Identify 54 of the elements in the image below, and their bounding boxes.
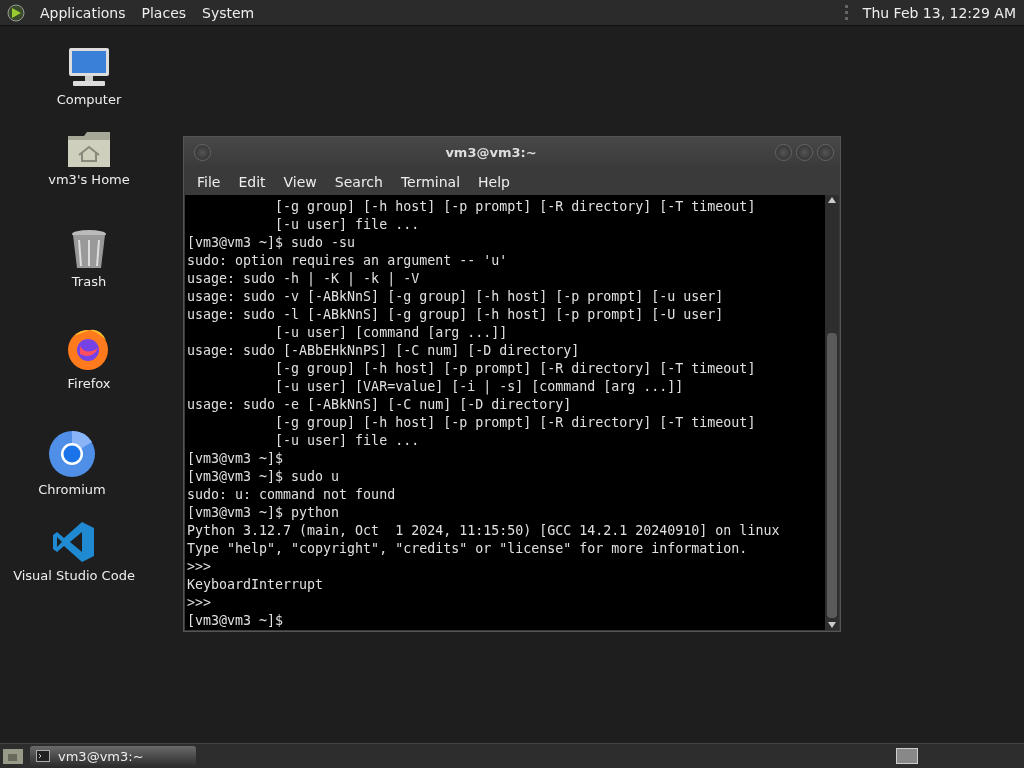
icon-label[interactable]: Computer bbox=[56, 92, 122, 107]
taskbar-button[interactable]: vm3@vm3:~ bbox=[30, 746, 196, 766]
terminal-line: usage: sudo -l [-ABkNnS] [-g group] [-h host] [-p prompt] [-U user] bbox=[187, 306, 724, 324]
scrollbar-thumb[interactable] bbox=[827, 333, 837, 618]
icon-label[interactable]: vm3's Home bbox=[48, 172, 130, 187]
terminal-line: usage: sudo -v [-ABkNnS] [-g group] [-h host] [-p prompt] [-u user] bbox=[187, 288, 724, 306]
terminal-line: usage: sudo [-ABbEHkNnPS] [-C num] [-D directory] bbox=[187, 342, 580, 360]
icon-label[interactable]: Chromium bbox=[38, 482, 106, 497]
icon-label[interactable]: Visual Studio Code bbox=[13, 568, 135, 583]
terminal-line: usage: sudo -h | -K | -k | -V bbox=[187, 270, 420, 288]
menu-item[interactable]: Terminal bbox=[391, 171, 470, 192]
terminal-line: usage: sudo -e [-ABkNnS] [-C num] [-D directory] bbox=[187, 396, 572, 414]
terminal-line: [-g group] [-h host] [-p prompt] [-R directory] [-T timeout] bbox=[274, 198, 756, 216]
menu-item[interactable]: Search bbox=[325, 171, 392, 192]
menu-item[interactable]: Applications bbox=[38, 2, 128, 23]
icon-label[interactable]: Firefox bbox=[67, 376, 111, 391]
menu-item[interactable]: Edit bbox=[229, 171, 275, 192]
menu-item[interactable]: File bbox=[188, 171, 230, 192]
distro-logo-icon[interactable] bbox=[6, 2, 26, 23]
terminal-line: Python 3.12.7 (main, Oct 1 2024, 11:15:50) [GCC 14.2.1 20240910] on linux bbox=[187, 522, 780, 540]
terminal-line: [-u user] file ... bbox=[274, 432, 420, 450]
terminal-line: [-g group] [-h host] [-p prompt] [-R directory] [-T timeout] bbox=[274, 414, 756, 432]
scroll-down-icon[interactable] bbox=[827, 620, 837, 630]
terminal-line: >>> bbox=[187, 594, 212, 612]
menu-item[interactable]: Help bbox=[469, 171, 519, 192]
menu-item[interactable]: View bbox=[274, 171, 326, 192]
terminal-line: sudo: u: command not found bbox=[187, 486, 396, 504]
terminal-line: sudo: option requires an argument -- 'u' bbox=[187, 252, 508, 270]
browser-icon[interactable] bbox=[48, 430, 96, 478]
icon-label[interactable]: Trash bbox=[71, 274, 107, 289]
terminal-icon bbox=[36, 750, 50, 762]
terminal-line: Type "help", "copyright", "credits" or "license" for more information. bbox=[187, 540, 748, 558]
workspace-switcher[interactable] bbox=[896, 748, 918, 764]
terminal-line: [-g group] [-h host] [-p prompt] [-R directory] [-T timeout] bbox=[274, 360, 756, 378]
terminal-line: [vm3@vm3 ~]$ sudo -su bbox=[187, 234, 356, 252]
code-editor-icon[interactable] bbox=[52, 520, 96, 564]
terminal-line: [vm3@vm3 ~]$ python bbox=[187, 504, 340, 522]
window-title: vm3@vm3:~ bbox=[444, 145, 538, 160]
terminal-line: >>> bbox=[187, 558, 212, 576]
trash-icon[interactable] bbox=[69, 228, 109, 270]
terminal-line: KeyboardInterrupt bbox=[187, 576, 324, 594]
menu-item[interactable]: Places bbox=[139, 2, 189, 23]
scroll-up-icon[interactable] bbox=[827, 195, 837, 205]
clock[interactable]: Thu Feb 13, 12:29 AM bbox=[860, 2, 1018, 23]
show-desktop-icon[interactable] bbox=[2, 746, 24, 766]
terminal-line: [-u user] file ... bbox=[274, 216, 420, 234]
scrollbar[interactable] bbox=[825, 195, 839, 630]
terminal-line: [-u user] [VAR=value] [-i | -s] [command [arg ...]] bbox=[274, 378, 684, 396]
terminal-line: [vm3@vm3 ~]$ bbox=[187, 450, 284, 468]
terminal-line: [vm3@vm3 ~]$ bbox=[187, 612, 284, 630]
menu-item[interactable]: System bbox=[200, 2, 257, 23]
terminal-line: [vm3@vm3 ~]$ sudo u bbox=[187, 468, 340, 486]
terminal-line: [-u user] [command [arg ...]] bbox=[274, 324, 508, 342]
panel-handle-icon bbox=[843, 2, 849, 23]
